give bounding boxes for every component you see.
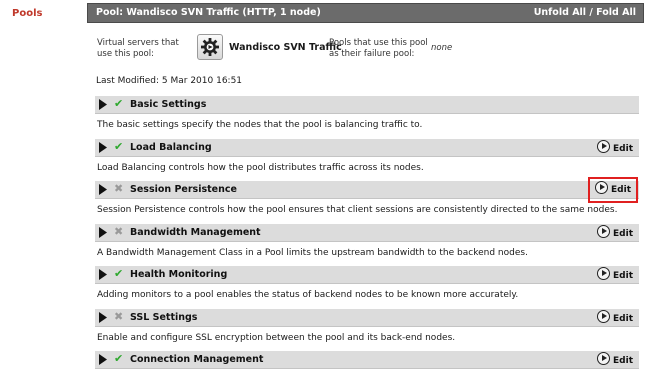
section-description: Adding monitors to a pool enables the st… <box>97 290 519 300</box>
section-header[interactable]: ✖ SSL Settings Edit <box>95 309 639 327</box>
section-connection-management: ✔ Connection Management Edit <box>95 351 639 369</box>
section-title[interactable]: Load Balancing <box>130 142 212 153</box>
disabled-x-icon: ✖ <box>114 182 124 195</box>
section-health-monitoring: ✔ Health Monitoring Edit Adding monitors to… <box>95 266 639 300</box>
play-circle-icon <box>597 140 611 153</box>
play-circle-icon <box>597 225 611 238</box>
edit-button[interactable]: Edit <box>594 140 636 154</box>
enabled-check-icon: ✔ <box>114 97 124 110</box>
section-header[interactable]: ✔ Connection Management Edit <box>95 351 639 369</box>
section-title[interactable]: SSL Settings <box>130 312 197 323</box>
section-description: A Bandwidth Management Class in a Pool l… <box>97 248 528 258</box>
expand-arrow-icon[interactable] <box>99 354 107 365</box>
disabled-x-icon: ✖ <box>114 310 124 323</box>
play-circle-icon <box>597 267 611 280</box>
edit-label: Edit <box>613 271 633 281</box>
edit-label: Edit <box>613 229 633 239</box>
expand-arrow-icon[interactable] <box>99 142 107 153</box>
edit-label: Edit <box>613 356 633 366</box>
last-modified: Last Modified: 5 Mar 2010 16:51 <box>96 76 243 86</box>
section-description: Load Balancing controls how the pool dis… <box>97 163 424 173</box>
pool-title-bar: Pool: Wandisco SVN Traffic (HTTP, 1 node… <box>87 3 644 23</box>
section-title[interactable]: Connection Management <box>130 354 263 365</box>
section-load-balancing: ✔ Load Balancing Edit Load Balancing contro… <box>95 139 639 173</box>
unfold-fold-all-link[interactable]: Unfold All / Fold All <box>534 7 636 18</box>
section-title[interactable]: Health Monitoring <box>130 269 227 280</box>
section-header[interactable]: ✔ Load Balancing Edit <box>95 139 639 157</box>
failure-pool-value: none <box>431 43 453 53</box>
play-circle-icon <box>597 352 611 365</box>
section-header[interactable]: ✔ Health Monitoring Edit <box>95 266 639 284</box>
section-description: Session Persistence controls how the poo… <box>97 205 618 215</box>
edit-label: Edit <box>613 144 633 154</box>
expand-arrow-icon[interactable] <box>99 269 107 280</box>
section-ssl-settings: ✖ SSL Settings Edit Enable and configure SS… <box>95 309 639 343</box>
edit-label: Edit <box>613 314 633 324</box>
play-circle-icon <box>595 181 609 194</box>
expand-arrow-icon[interactable] <box>99 227 107 238</box>
section-basic-settings: ✔ Basic Settings The basic settings specif… <box>95 96 639 130</box>
disabled-x-icon: ✖ <box>114 225 124 238</box>
enabled-check-icon: ✔ <box>114 352 124 365</box>
play-circle-icon <box>597 310 611 323</box>
section-title[interactable]: Basic Settings <box>130 99 206 110</box>
edit-button[interactable]: Edit <box>594 267 636 281</box>
edit-button[interactable]: Edit <box>594 310 636 324</box>
section-bandwidth-management: ✖ Bandwidth Management Edit A Bandwidth Man… <box>95 224 639 258</box>
section-title[interactable]: Session Persistence <box>130 184 237 195</box>
failure-pool-label: Pools that use this pool as their failur… <box>329 38 428 59</box>
edit-button[interactable]: Edit <box>594 225 636 239</box>
section-description: Enable and configure SSL encryption betw… <box>97 333 456 343</box>
page-title: Pool: Wandisco SVN Traffic (HTTP, 1 node… <box>96 7 321 18</box>
expand-arrow-icon[interactable] <box>99 99 107 110</box>
expand-arrow-icon[interactable] <box>99 312 107 323</box>
left-nav: Pools <box>0 0 87 369</box>
expand-arrow-icon[interactable] <box>99 184 107 195</box>
nav-link-pools[interactable]: Pools <box>12 8 42 19</box>
enabled-check-icon: ✔ <box>114 267 124 280</box>
virtual-servers-row: Virtual servers that use this pool: Wand… <box>97 34 642 66</box>
virtual-servers-label: Virtual servers that use this pool: <box>97 38 179 59</box>
section-session-persistence: ✖ Session Persistence Edit Session Persiste… <box>95 177 639 215</box>
section-header[interactable]: ✔ Basic Settings <box>95 96 639 114</box>
edit-label: Edit <box>611 185 631 195</box>
edit-button[interactable]: Edit <box>588 177 638 203</box>
virtual-server-gear-icon[interactable] <box>197 34 223 60</box>
virtual-server-name[interactable]: Wandisco SVN Traffic <box>229 42 342 53</box>
section-header[interactable]: ✖ Bandwidth Management Edit <box>95 224 639 242</box>
enabled-check-icon: ✔ <box>114 140 124 153</box>
section-title[interactable]: Bandwidth Management <box>130 227 261 238</box>
section-description: The basic settings specify the nodes tha… <box>97 120 423 130</box>
edit-button[interactable]: Edit <box>594 352 636 366</box>
section-header[interactable]: ✖ Session Persistence Edit <box>95 177 639 203</box>
main-panel: Pool: Wandisco SVN Traffic (HTTP, 1 node… <box>87 0 650 369</box>
